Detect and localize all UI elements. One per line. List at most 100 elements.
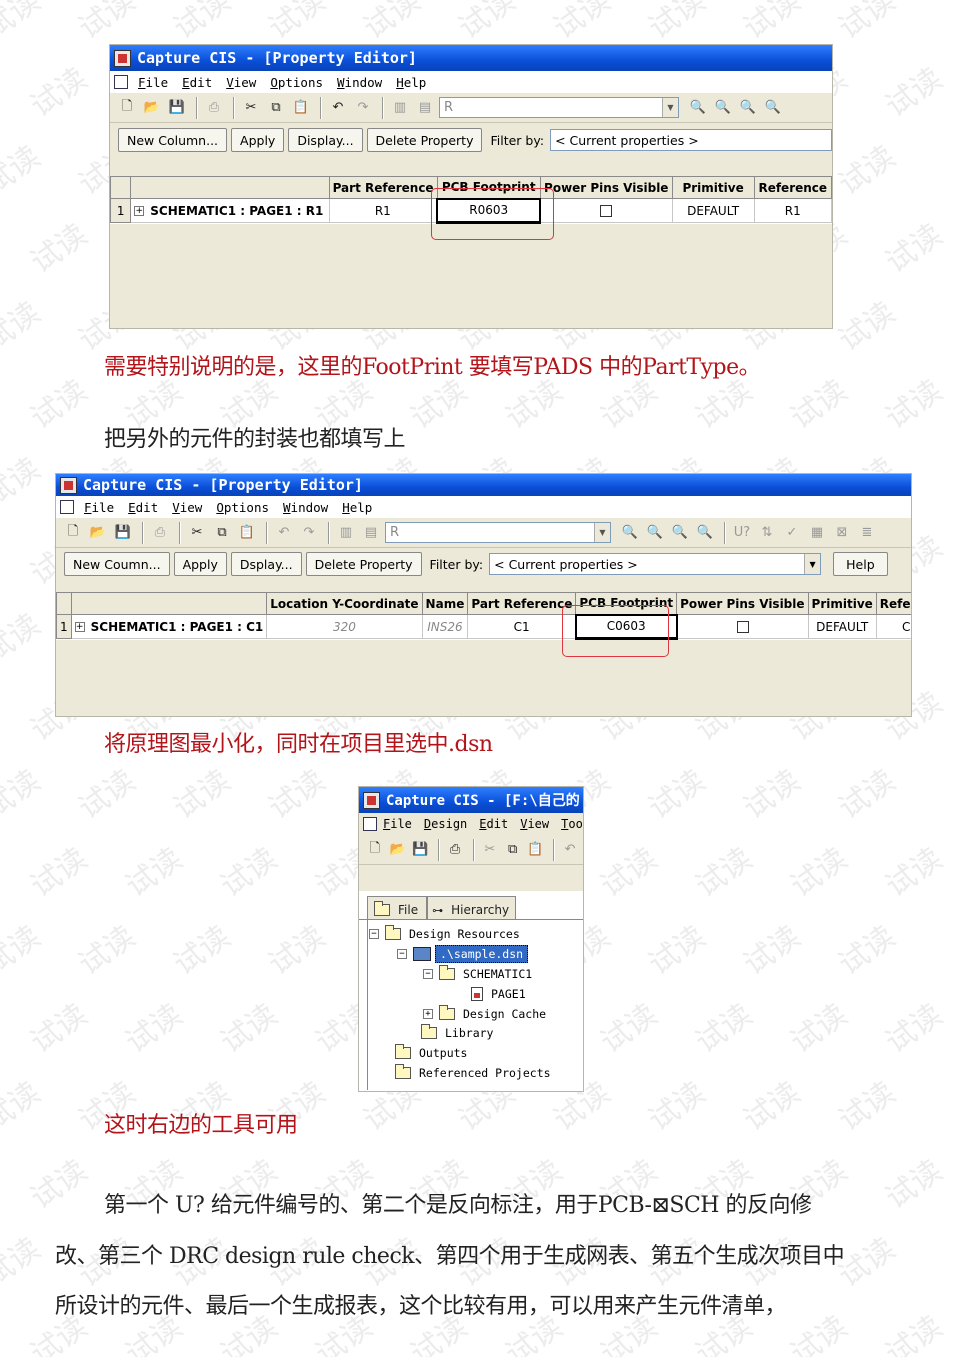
zoom-all-icon[interactable]: 🔍 bbox=[762, 97, 784, 119]
print-icon[interactable]: ⎙ bbox=[445, 839, 465, 861]
new-column-button[interactable]: New Column... bbox=[118, 128, 228, 152]
tree-item-library[interactable]: Library bbox=[421, 1024, 493, 1040]
zoom-area-icon[interactable]: 🔍 bbox=[737, 97, 759, 119]
open-icon[interactable]: 📂 bbox=[141, 97, 163, 119]
tree-item-page[interactable]: PAGE1 bbox=[471, 987, 526, 1001]
zoom-all-icon[interactable]: 🔍 bbox=[694, 522, 716, 544]
row-name[interactable]: + SCHEMATIC1 : PAGE1 : C1 bbox=[70, 614, 268, 639]
window-icon[interactable]: ▤ bbox=[360, 522, 382, 544]
paste-icon[interactable]: 📋 bbox=[526, 839, 546, 861]
tree-item-design-resources[interactable]: − Design Resources bbox=[369, 925, 520, 941]
menu-view[interactable]: View bbox=[172, 500, 202, 515]
menu-file[interactable]: File bbox=[84, 500, 114, 515]
power-pins-cell[interactable] bbox=[539, 198, 673, 223]
copy-icon[interactable]: ⧉ bbox=[503, 839, 523, 861]
column-header[interactable]: Primitive bbox=[807, 592, 877, 615]
undo-icon[interactable]: ↶ bbox=[560, 839, 580, 861]
collapse-icon[interactable]: − bbox=[423, 969, 433, 979]
save-icon[interactable]: 💾 bbox=[411, 839, 431, 861]
delete-property-button[interactable]: Delete Property bbox=[366, 128, 483, 152]
expand-icon[interactable]: + bbox=[134, 206, 145, 216]
tree-item-dsn[interactable]: − .\sample.dsn bbox=[397, 945, 529, 963]
new-icon[interactable]: 🗋 bbox=[365, 839, 385, 861]
menu-tools[interactable]: Tool bbox=[561, 817, 583, 831]
filter-select[interactable]: < Current properties > bbox=[550, 129, 832, 151]
undo-icon[interactable]: ↶ bbox=[327, 97, 349, 119]
cut-icon[interactable]: ✂ bbox=[186, 522, 208, 544]
menu-edit[interactable]: Edit bbox=[479, 817, 508, 831]
tree-item-referenced-projects[interactable]: Referenced Projects bbox=[395, 1064, 551, 1080]
window-icon[interactable]: ▤ bbox=[414, 97, 436, 119]
menu-help[interactable]: Help bbox=[342, 500, 372, 515]
annotate-icon[interactable]: U? bbox=[731, 522, 753, 544]
open-icon[interactable]: 📂 bbox=[388, 839, 408, 861]
grid-cell[interactable]: DEFAULT bbox=[807, 614, 877, 639]
menu-help[interactable]: Help bbox=[396, 75, 426, 90]
copy-icon[interactable]: ⧉ bbox=[265, 97, 287, 119]
menu-design[interactable]: Design bbox=[424, 817, 467, 831]
chevron-down-icon[interactable]: ▼ bbox=[804, 554, 821, 574]
cut-icon[interactable]: ✂ bbox=[480, 839, 500, 861]
apply-button[interactable]: Apply bbox=[173, 552, 227, 576]
column-header[interactable]: Part Reference bbox=[467, 592, 577, 615]
power-pins-cell[interactable] bbox=[676, 614, 809, 639]
tab-file[interactable]: File bbox=[367, 896, 428, 920]
display-button[interactable]: Display... bbox=[288, 128, 363, 152]
menu-file[interactable]: File bbox=[383, 817, 412, 831]
collapse-icon[interactable]: − bbox=[369, 929, 379, 939]
menu-view[interactable]: View bbox=[520, 817, 549, 831]
tree-item-design-cache[interactable]: + Design Cache bbox=[423, 1005, 546, 1021]
expand-icon[interactable]: + bbox=[423, 1009, 433, 1019]
grid-cell[interactable]: INS26 bbox=[421, 614, 469, 639]
toolbar-combo[interactable]: R ▼ bbox=[385, 522, 611, 543]
menu-view[interactable]: View bbox=[226, 75, 256, 90]
drc-icon[interactable]: ✓ bbox=[781, 522, 803, 544]
grid-cell[interactable]: C1 bbox=[467, 614, 577, 639]
row-name[interactable]: + SCHEMATIC1 : PAGE1 : R1 bbox=[130, 198, 330, 223]
paste-icon[interactable]: 📋 bbox=[236, 522, 258, 544]
tree-item-outputs[interactable]: Outputs bbox=[395, 1044, 467, 1060]
expand-icon[interactable]: + bbox=[74, 622, 85, 632]
checkbox-icon[interactable] bbox=[600, 205, 613, 217]
redo-icon[interactable]: ↷ bbox=[352, 97, 374, 119]
column-header[interactable]: Reference bbox=[753, 176, 832, 199]
column-header[interactable]: Power Pins Visible bbox=[676, 592, 809, 615]
menu-file[interactable]: File bbox=[138, 75, 168, 90]
copy-icon[interactable]: ⧉ bbox=[211, 522, 233, 544]
new-icon[interactable]: 🗋 bbox=[116, 97, 138, 119]
cut-icon[interactable]: ✂ bbox=[240, 97, 262, 119]
zoom-in-icon[interactable]: 🔍 bbox=[687, 97, 709, 119]
print-icon[interactable]: ⎙ bbox=[203, 97, 225, 119]
menu-edit[interactable]: Edit bbox=[182, 75, 212, 90]
grid-cell[interactable]: 320 bbox=[266, 614, 423, 639]
redo-icon[interactable]: ↷ bbox=[298, 522, 320, 544]
back-annotate-icon[interactable]: ⇅ bbox=[756, 522, 778, 544]
display-button[interactable]: Dsplay... bbox=[230, 552, 302, 576]
tab-hierarchy[interactable]: ⊶ Hierarchy bbox=[427, 896, 517, 920]
column-header[interactable]: Location Y-Coordinate bbox=[266, 592, 423, 615]
apply-button[interactable]: Apply bbox=[231, 128, 285, 152]
pivot-icon[interactable]: ▥ bbox=[335, 522, 357, 544]
grid-cell[interactable]: C1 bbox=[875, 614, 911, 639]
pivot-icon[interactable]: ▥ bbox=[389, 97, 411, 119]
grid-cell[interactable]: R1 bbox=[328, 198, 438, 223]
zoom-area-icon[interactable]: 🔍 bbox=[669, 522, 691, 544]
table-row[interactable]: 1 + SCHEMATIC1 : PAGE1 : C1 320 INS26 C1 … bbox=[56, 613, 911, 640]
zoom-out-icon[interactable]: 🔍 bbox=[644, 522, 666, 544]
menu-edit[interactable]: Edit bbox=[128, 500, 158, 515]
filter-select[interactable]: < Current properties > ▼ bbox=[489, 553, 822, 575]
cross-reference-icon[interactable]: ⊠ bbox=[831, 522, 853, 544]
column-header[interactable]: Power Pins Visible bbox=[539, 176, 673, 199]
save-icon[interactable]: 💾 bbox=[112, 522, 134, 544]
column-header[interactable]: Name bbox=[421, 592, 469, 615]
column-header[interactable]: Primitive bbox=[671, 176, 755, 199]
grid-cell[interactable]: DEFAULT bbox=[671, 198, 755, 223]
save-icon[interactable]: 💾 bbox=[166, 97, 188, 119]
print-icon[interactable]: ⎙ bbox=[149, 522, 171, 544]
menu-options[interactable]: Options bbox=[270, 75, 323, 90]
menu-options[interactable]: Options bbox=[216, 500, 269, 515]
open-icon[interactable]: 📂 bbox=[87, 522, 109, 544]
help-button[interactable]: Help bbox=[833, 552, 888, 576]
bill-of-materials-icon[interactable]: ≣ bbox=[856, 522, 878, 544]
menu-window[interactable]: Window bbox=[283, 500, 328, 515]
